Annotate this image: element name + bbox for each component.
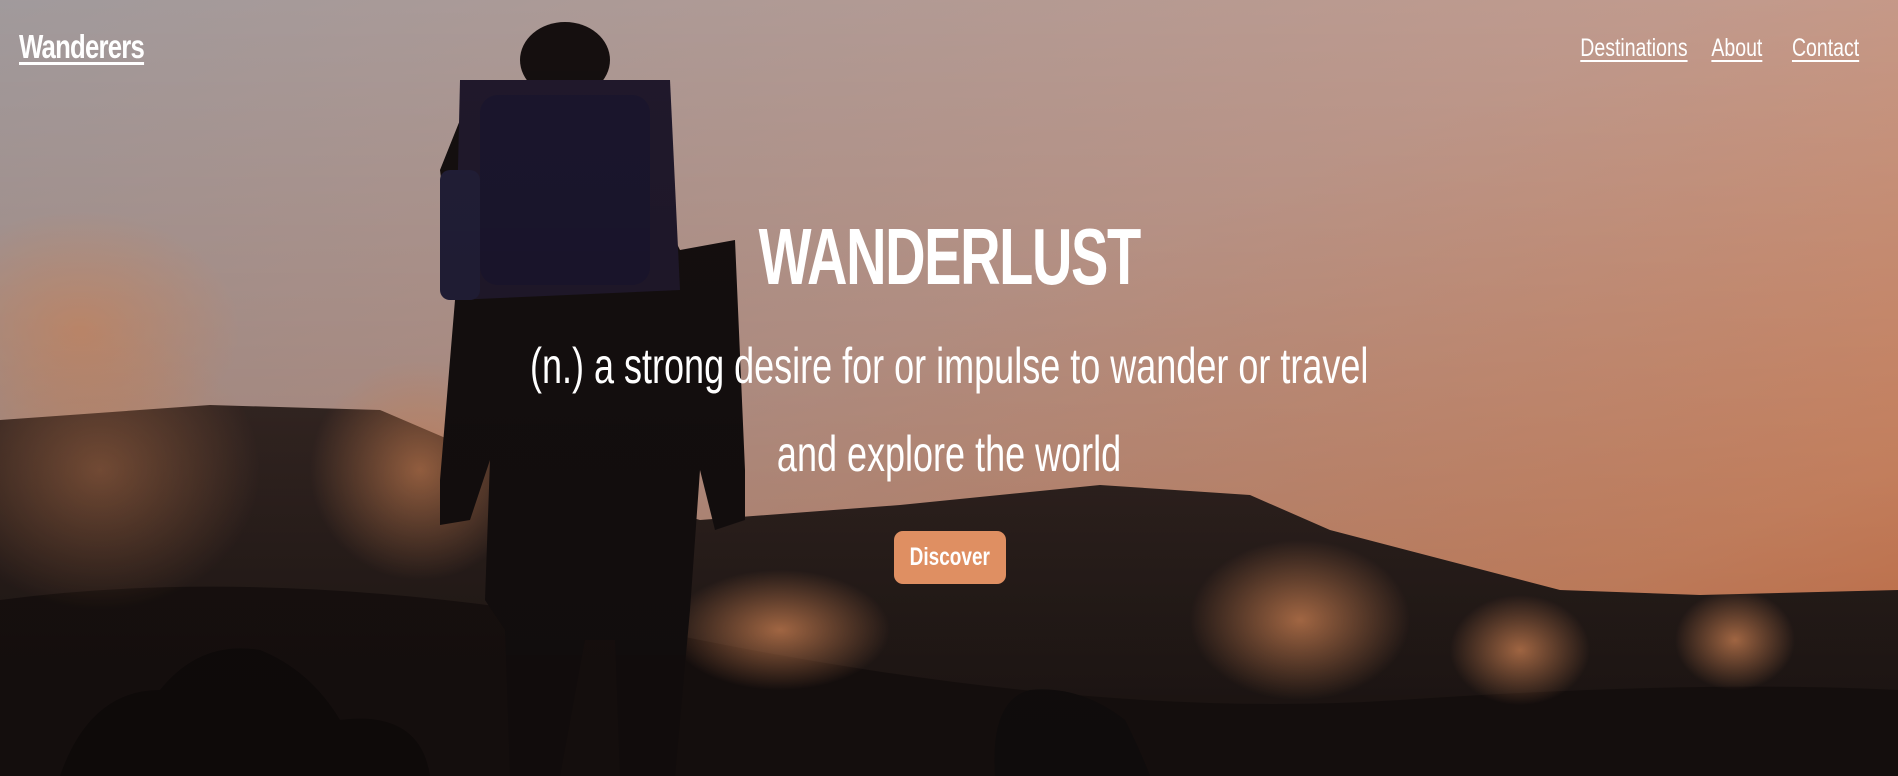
- nav-links: Destinations About Contact: [1540, 34, 1859, 63]
- hero-subtitle: (n.) a strong desire for or impulse to w…: [0, 322, 1898, 498]
- hero-subtitle-line-1: (n.) a strong desire for or impulse to w…: [529, 338, 1369, 394]
- discover-button[interactable]: Discover: [894, 531, 1006, 584]
- nav-link-contact[interactable]: Contact: [1792, 34, 1859, 63]
- hero-title-text: WANDERLUST: [758, 212, 1140, 301]
- nav-link-destinations[interactable]: Destinations: [1580, 34, 1687, 63]
- discover-button-label: Discover: [909, 543, 991, 571]
- hero-section: Wanderers Destinations About Contact WAN…: [0, 0, 1898, 776]
- hero-subtitle-line-2: and explore the world: [776, 426, 1122, 482]
- nav-link-about[interactable]: About: [1712, 34, 1763, 63]
- hero-title: WANDERLUST: [0, 212, 1898, 302]
- top-navigation: Wanderers Destinations About Contact: [0, 0, 1898, 100]
- brand-logo-link[interactable]: Wanderers: [19, 28, 145, 66]
